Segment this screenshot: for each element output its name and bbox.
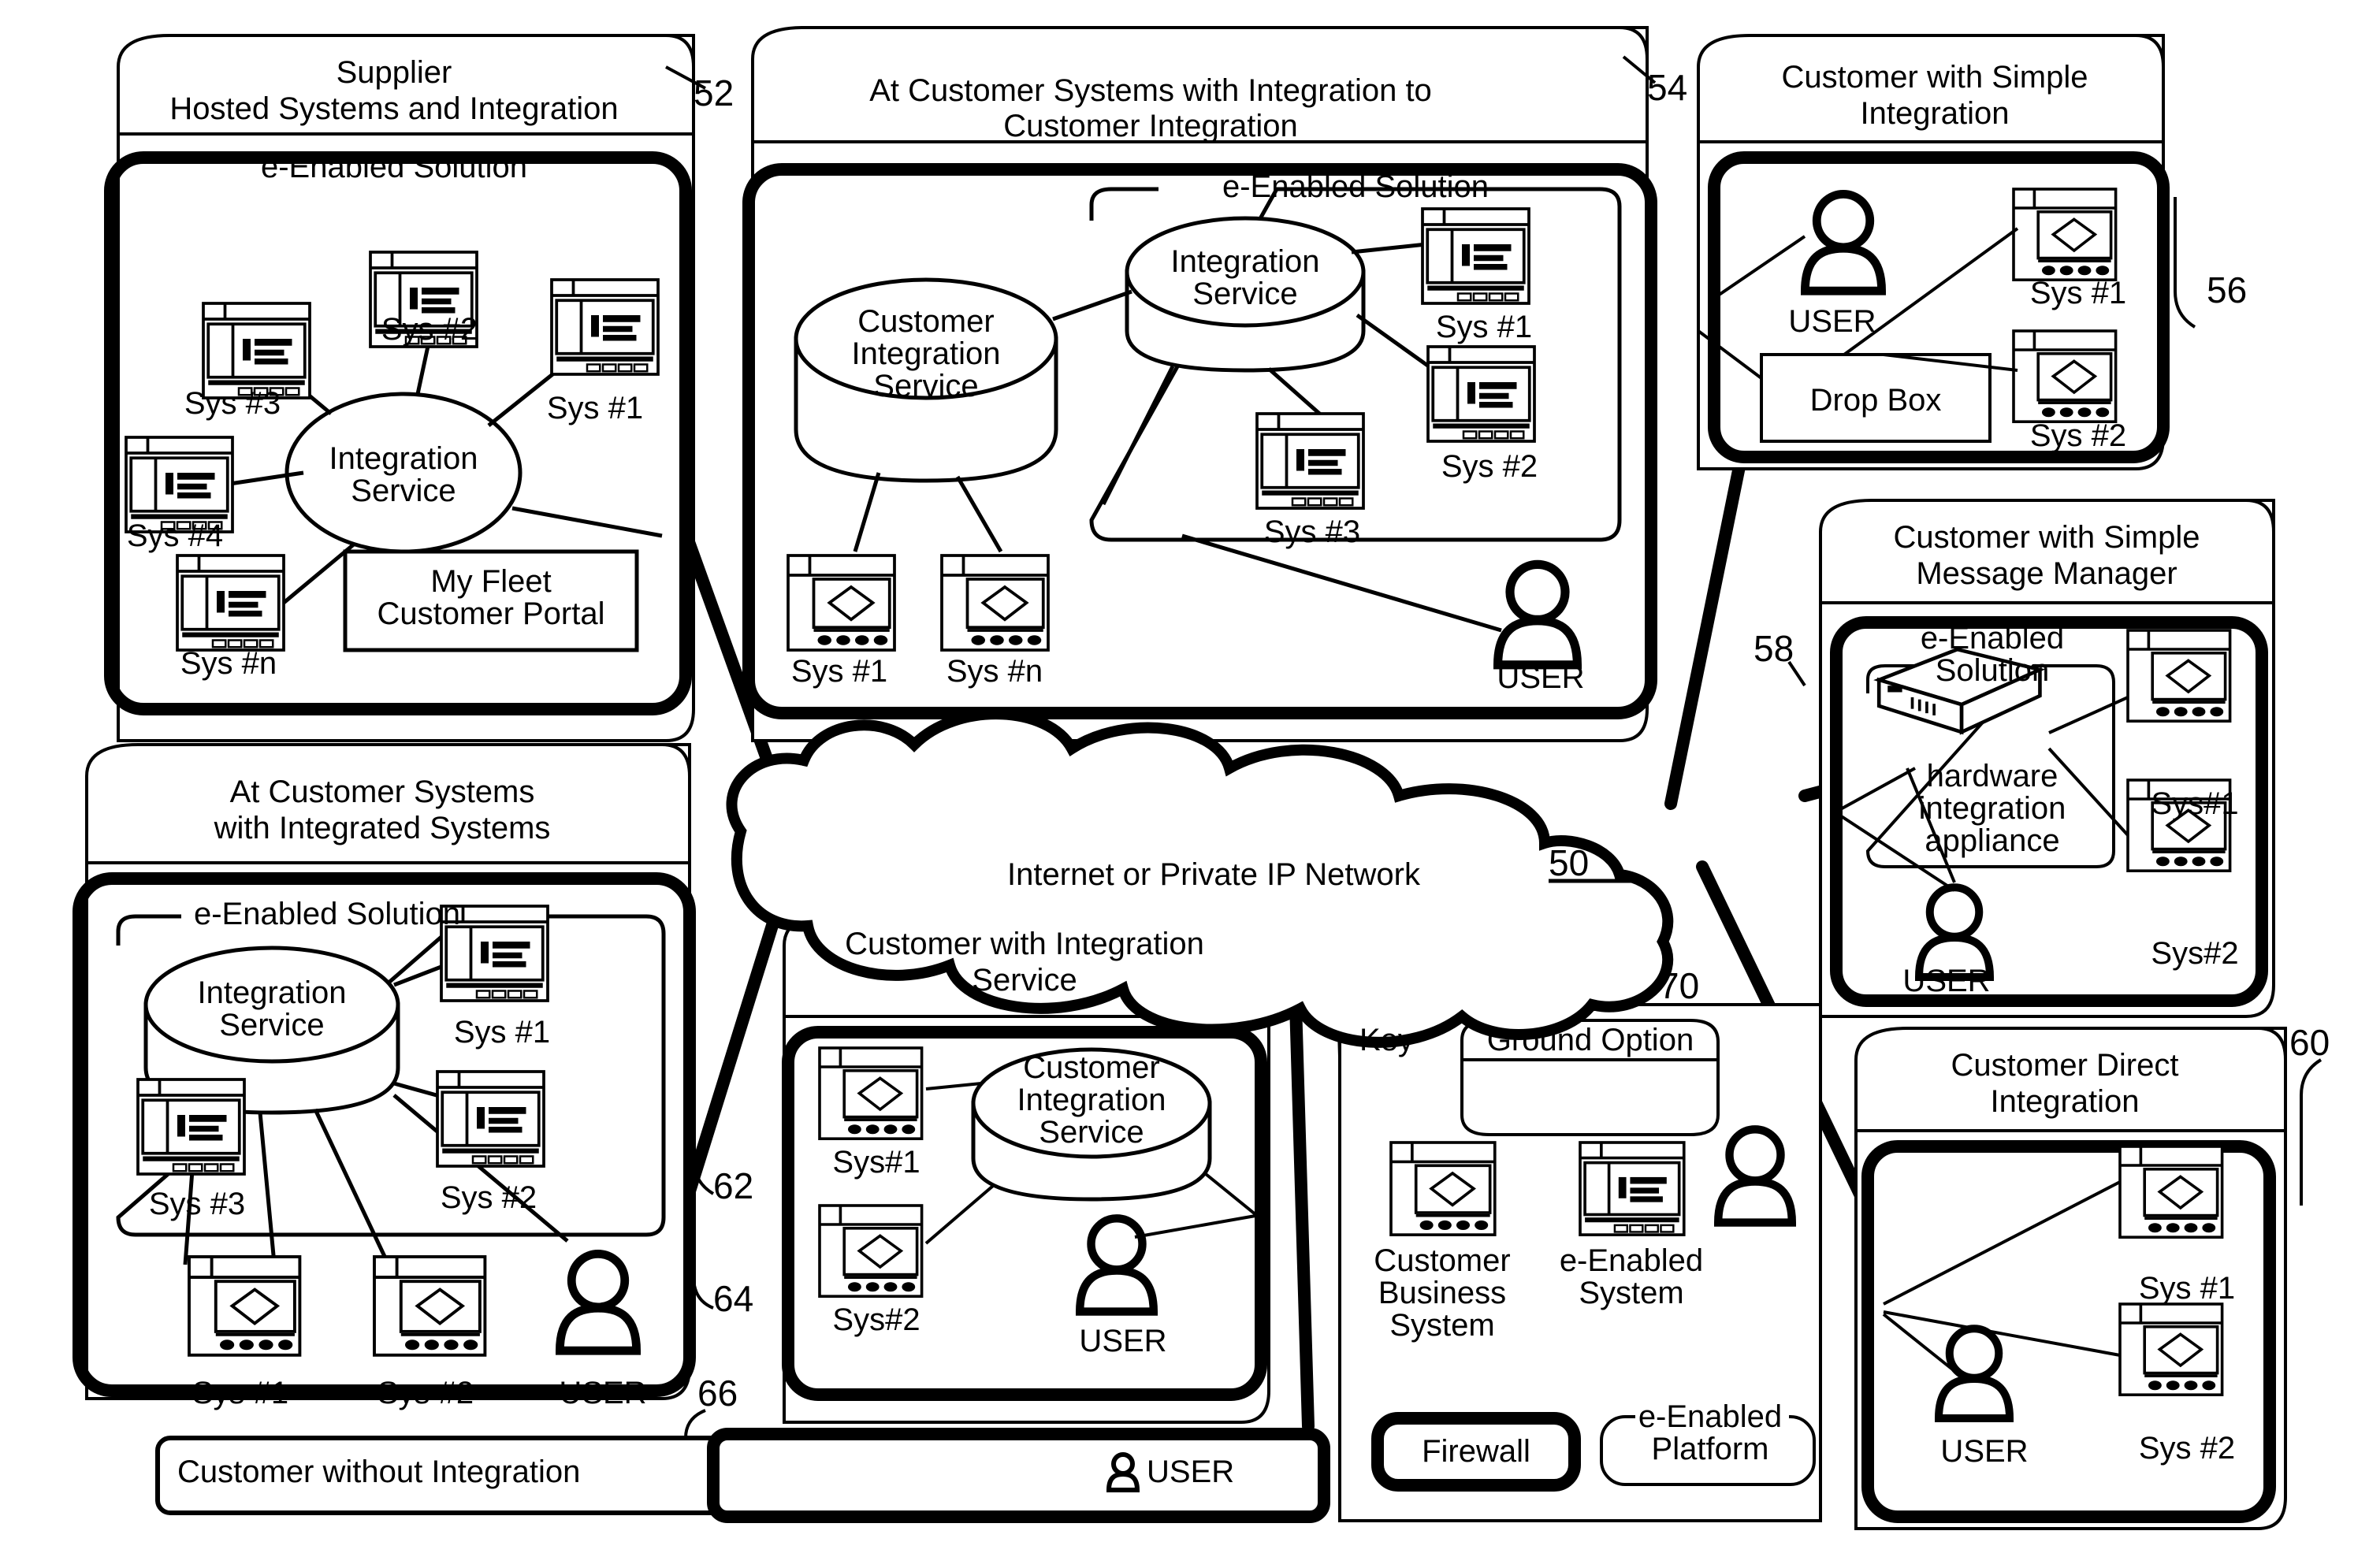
solution-title-54: e-Enabled Solution: [1222, 169, 1489, 204]
supplier-hub-label: Integration Service: [329, 441, 478, 509]
ref-58: 58: [1754, 628, 1794, 669]
supplier-sys2-label: Sys #2: [381, 312, 478, 347]
panel-integrated-systems-title-line1: At Customer Systems: [229, 775, 535, 809]
sys1-label-54: Sys #1: [1435, 310, 1533, 344]
panel-customer-integration-title-line1: Customer with Integration: [845, 927, 1204, 961]
sys2-icon-62: [818, 1204, 924, 1298]
key-firewall-label: Firewall: [1422, 1434, 1530, 1469]
sys3-icon-64: [136, 1078, 246, 1176]
user-label-64: USER: [559, 1376, 647, 1410]
outer-sys1-icon-54: [787, 554, 896, 652]
outer-sys1-label-54: Sys #1: [790, 654, 888, 689]
user-label-56: USER: [1788, 304, 1876, 339]
sys2-icon-54: [1426, 345, 1536, 443]
outer-sysn-label-54: Sys #n: [946, 654, 1043, 689]
customer-integration-service-label-54: Customer Integration Service: [851, 304, 1001, 404]
without-integration-label: Customer without Integration: [177, 1455, 581, 1489]
bottom-sys1-icon-64: [188, 1255, 302, 1357]
supplier-sys3-label: Sys #3: [184, 386, 281, 421]
sys2-label-62: Sys#2: [832, 1302, 920, 1337]
integration-service-label-64: Integration Service: [197, 975, 347, 1043]
panel-supplier-title-line2: Hosted Systems and Integration: [169, 91, 619, 126]
solution-title-58: e-Enabled Solution: [1920, 621, 2065, 689]
bottom-sys1-label-64: Sys #1: [192, 1376, 289, 1410]
sys2-label-54: Sys #2: [1441, 449, 1538, 484]
sys1-icon-54: [1421, 207, 1530, 305]
supplier-sysn-icon: [176, 554, 285, 652]
sys1-icon-58: [2126, 629, 2232, 723]
bottom-sys2-label-64: Sys #2: [377, 1376, 474, 1410]
internet-cloud-label: Internet or Private IP Network: [1007, 857, 1420, 892]
key-customer-business-system-icon: [1389, 1141, 1497, 1236]
panel-simple-integration-title-line2: Integration: [1860, 96, 2010, 131]
patent-figure-canvas: Supplier Hosted Systems and Integration …: [0, 0, 2369, 1568]
key-e-enabled-system-label: e-Enabled System: [1559, 1243, 1704, 1311]
ref-60: 60: [2289, 1022, 2330, 1063]
sys1-label-60: Sys #1: [2138, 1271, 2236, 1306]
ref-64: 64: [713, 1278, 754, 1319]
sys1-label-56: Sys #1: [2029, 276, 2127, 310]
panel-direct-integration-title-line2: Integration: [1990, 1084, 2140, 1119]
ref-70: 70: [1659, 965, 1700, 1006]
panel-direct-integration-title-line1: Customer Direct: [1951, 1048, 2179, 1083]
ground-option-label: Ground Option: [1486, 1023, 1694, 1057]
panel-at-customer-title-line1: At Customer Systems with Integration to: [869, 73, 1432, 108]
ref-52: 52: [694, 72, 735, 113]
solution-title-64: e-Enabled Solution: [193, 897, 461, 931]
panel-message-manager-title-line2: Message Manager: [1916, 556, 2177, 591]
integration-service-label-54: Integration Service: [1170, 244, 1320, 312]
sys2-icon-64: [436, 1070, 545, 1168]
bottom-sys2-icon-64: [373, 1255, 487, 1357]
customer-integration-service-label-62: Customer Integration Service: [1017, 1050, 1166, 1150]
sys1-icon-56: [2012, 188, 2118, 282]
sys3-label-64: Sys #3: [148, 1187, 246, 1221]
supplier-sys4-label: Sys #4: [126, 518, 224, 553]
panel-at-customer-title-line2: Customer Integration: [1003, 109, 1298, 143]
supplier-sys1-icon: [550, 278, 660, 376]
supplier-sys1-label: Sys #1: [546, 391, 644, 425]
sys1-icon-62: [818, 1046, 924, 1140]
sys1-icon-60: [2118, 1145, 2224, 1239]
user-label-62: USER: [1079, 1324, 1167, 1358]
key-customer-business-system-label: Customer Business System: [1374, 1243, 1511, 1343]
sys1-label-62: Sys#1: [832, 1145, 920, 1180]
panel-message-manager-title-line1: Customer with Simple: [1893, 520, 2200, 555]
ref-56: 56: [2207, 269, 2248, 310]
without-integration-user-label: USER: [1147, 1455, 1235, 1489]
ref-50: 50: [1549, 842, 1590, 883]
sys2-icon-60: [2118, 1302, 2224, 1396]
panel-customer-integration-title-line2: Service: [972, 963, 1077, 998]
key-title: Key: [1359, 1023, 1414, 1057]
panel-supplier-title-line1: Supplier: [336, 55, 452, 90]
sys2-label-56: Sys #2: [2029, 418, 2127, 453]
sys3-label-54: Sys #3: [1263, 515, 1361, 549]
key-e-enabled-system-icon: [1579, 1141, 1686, 1236]
user-label-60: USER: [1940, 1434, 2029, 1469]
my-fleet-portal-label: My Fleet Customer Portal: [377, 564, 605, 632]
ref-66: 66: [697, 1373, 738, 1414]
sys2-label-58: Sys#2: [2151, 936, 2239, 971]
supplier-solution-title: e-Enabled Solution: [260, 150, 528, 184]
sys2-label-60: Sys #2: [2138, 1431, 2236, 1466]
drop-box-label: Drop Box: [1809, 383, 1942, 418]
supplier-sysn-label: Sys #n: [180, 646, 277, 681]
key-e-enabled-platform-label: e-Enabled Platform: [1638, 1399, 1783, 1467]
sys1-label-58: Sys#1: [2151, 786, 2239, 821]
panel-simple-integration-title-line1: Customer with Simple: [1781, 60, 2088, 95]
supplier-sys4-icon: [125, 436, 234, 533]
ref-62: 62: [713, 1165, 754, 1206]
sys2-icon-56: [2012, 329, 2118, 424]
supplier-sys3-icon: [202, 302, 311, 399]
sys3-icon-54: [1255, 412, 1365, 510]
user-label-54: USER: [1497, 660, 1585, 695]
ref-54: 54: [1647, 67, 1688, 108]
user-label-58: USER: [1902, 964, 1991, 998]
sys2-label-64: Sys #2: [440, 1180, 537, 1215]
panel-integrated-systems-title-line2: with Integrated Systems: [214, 811, 551, 845]
hardware-appliance-label: hardware integration appliance: [1918, 759, 2066, 859]
sys1-label-64: Sys #1: [453, 1015, 551, 1050]
outer-sysn-icon-54: [940, 554, 1050, 652]
